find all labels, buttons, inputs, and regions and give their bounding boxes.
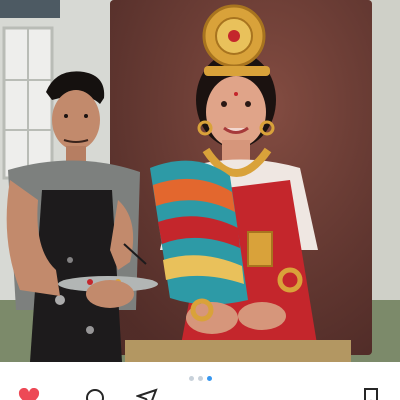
carousel-dot (188, 375, 194, 381)
easel-base (125, 340, 351, 362)
post-photo[interactable] (0, 0, 400, 362)
post-action-bar (0, 388, 400, 400)
share-icon[interactable] (135, 388, 158, 400)
heart-icon[interactable] (18, 388, 40, 400)
carousel-dot-active (206, 375, 212, 381)
carousel-dot (197, 375, 203, 381)
bookmark-icon[interactable] (362, 388, 380, 400)
carousel-indicator (0, 372, 400, 384)
photo-scene (0, 0, 400, 362)
comment-icon[interactable] (84, 388, 106, 400)
window-frame-top (0, 0, 60, 18)
